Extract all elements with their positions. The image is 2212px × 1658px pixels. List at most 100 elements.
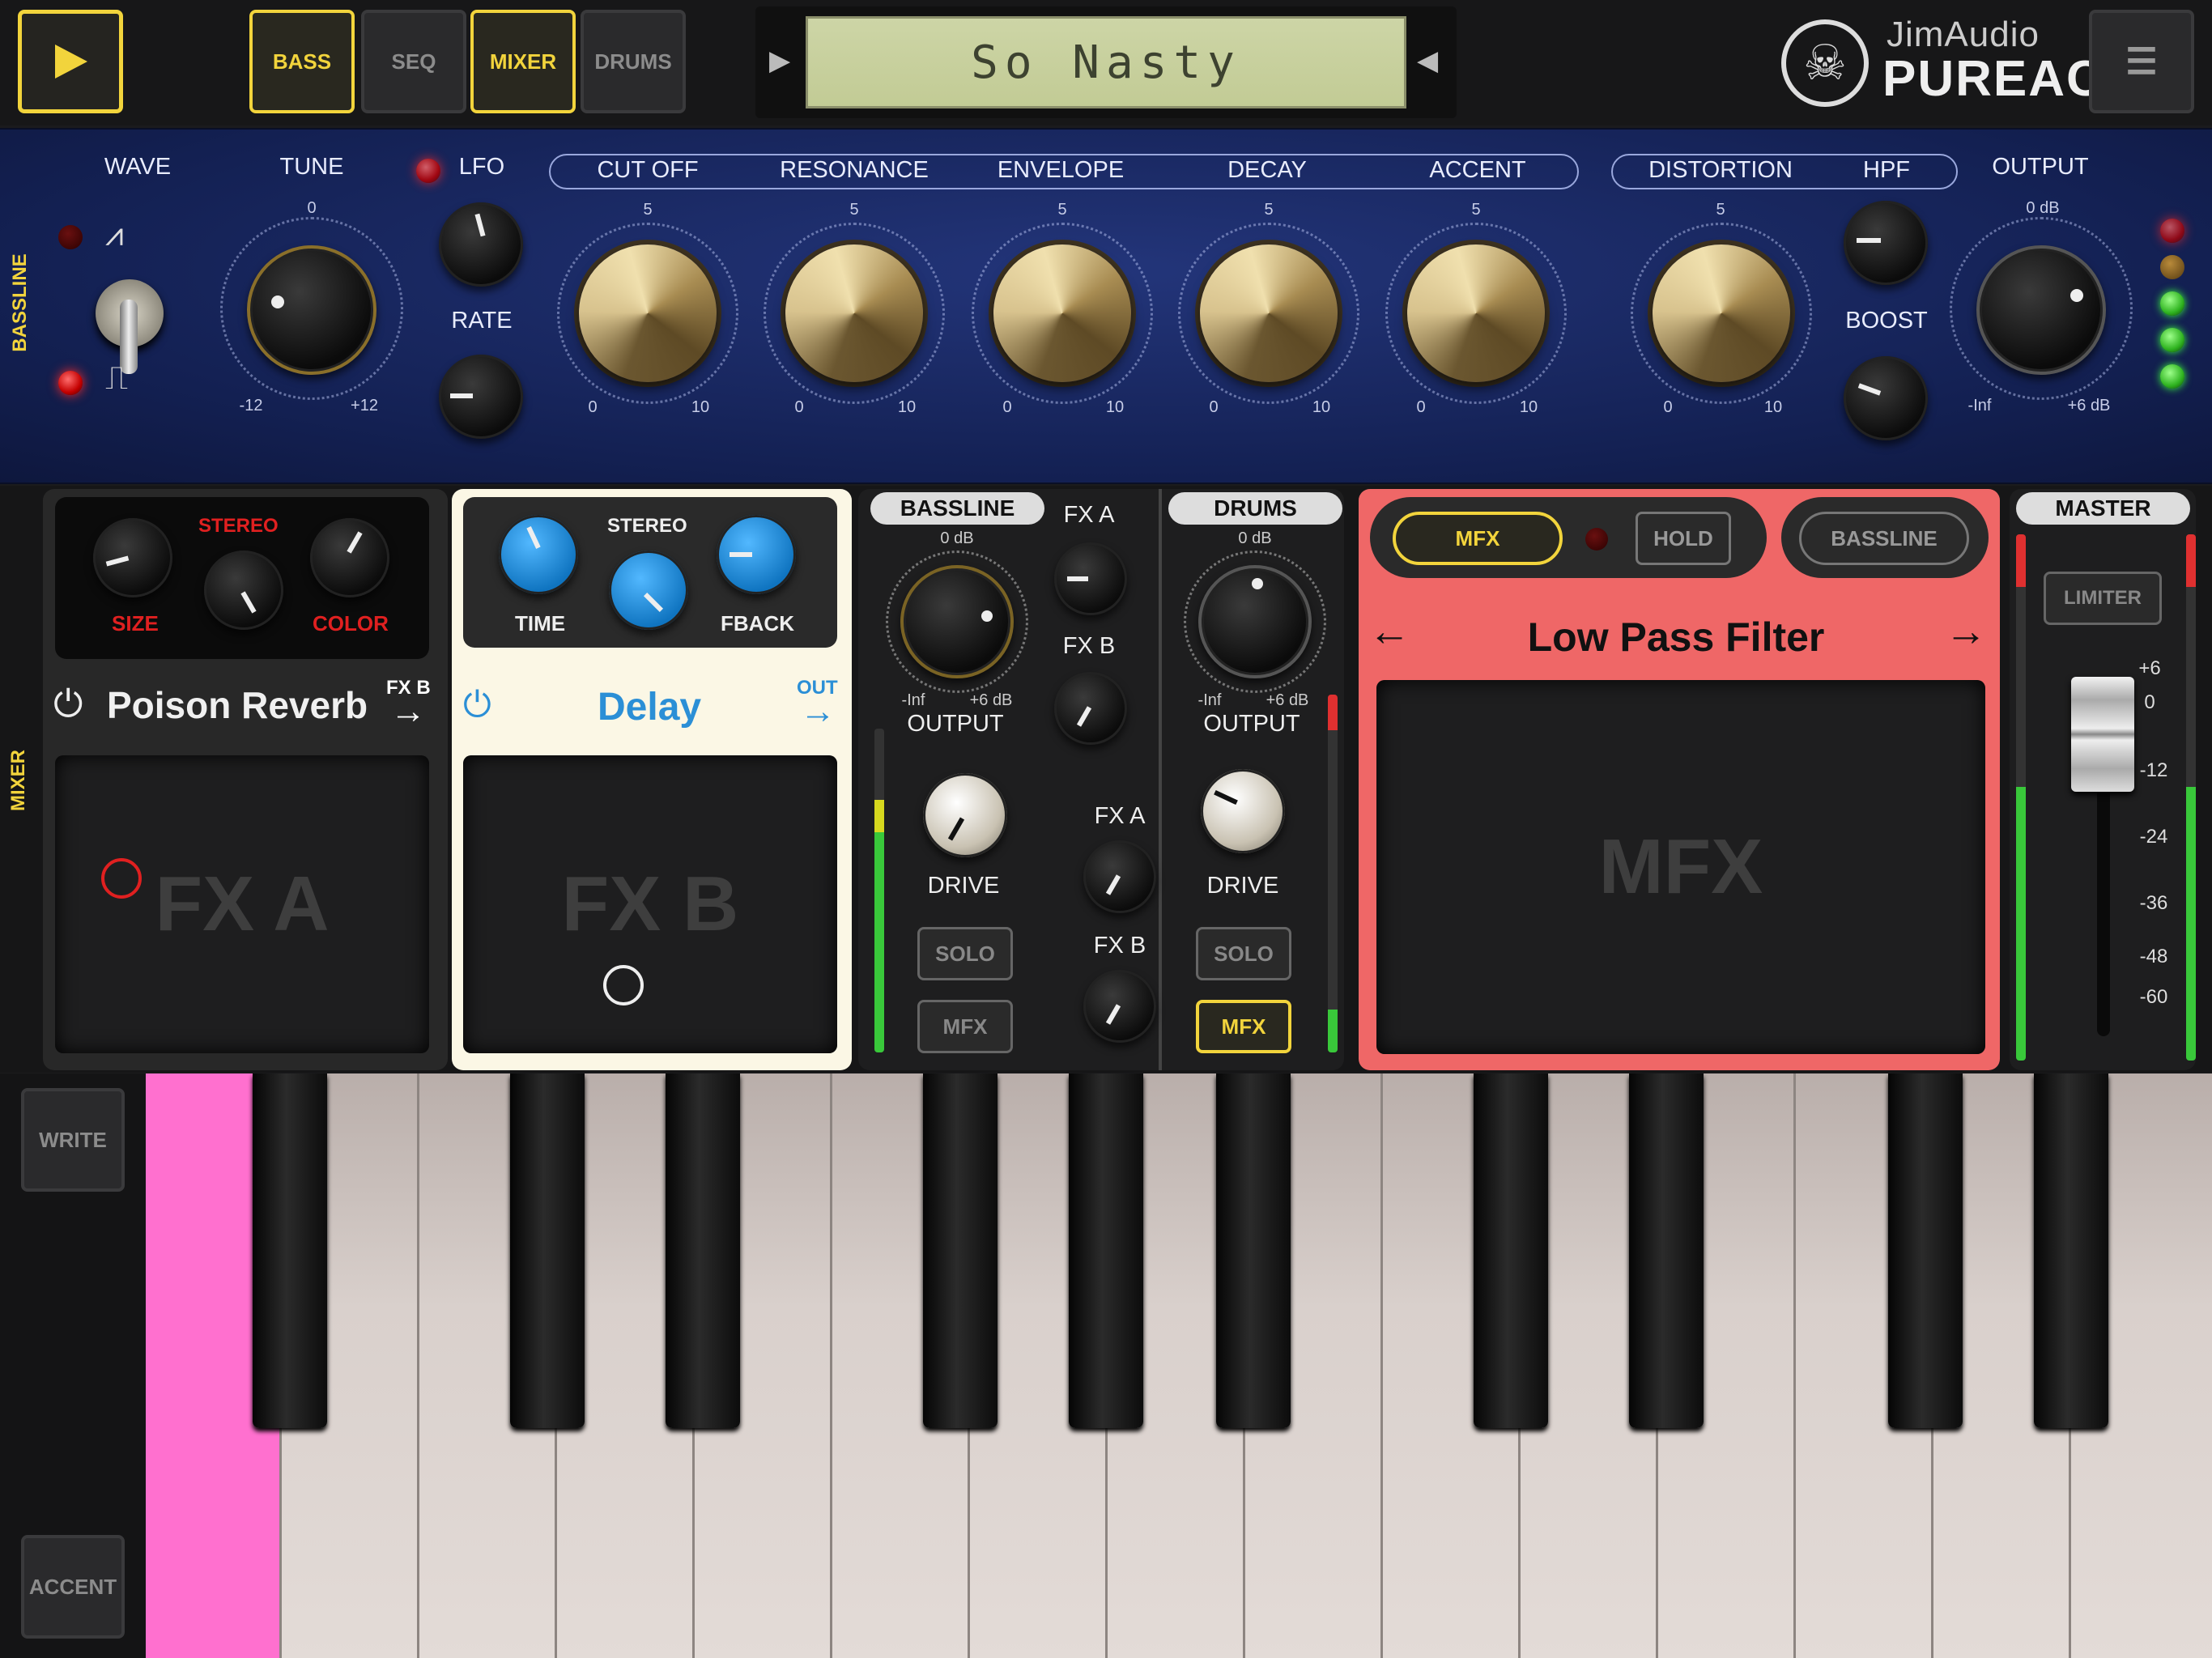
preset-name: So Nasty — [806, 16, 1406, 108]
fxa-xy-pad[interactable]: FX A — [55, 755, 429, 1053]
fxa-power-icon[interactable]: ⏻ — [53, 682, 83, 727]
drums-solo-button[interactable]: SOLO — [1196, 927, 1291, 980]
write-button[interactable]: WRITE — [21, 1088, 125, 1192]
mixer-side-label: MIXER — [7, 750, 29, 812]
play-button[interactable] — [18, 10, 123, 113]
drums-drive-label: DRIVE — [1206, 873, 1279, 899]
master-fader-handle[interactable] — [2071, 677, 2134, 792]
fxa-stereo-knob[interactable] — [204, 551, 283, 630]
fback-label: FBACK — [721, 611, 794, 636]
limiter-button[interactable]: LIMITER — [2044, 572, 2162, 625]
scale-m36: -36 — [2139, 892, 2168, 914]
cutoff-knob[interactable] — [579, 244, 717, 382]
mfx-bassline-button[interactable]: BASSLINE — [1799, 512, 1969, 565]
size-knob[interactable] — [93, 518, 172, 597]
fxa-stereo-label: STEREO — [198, 515, 279, 537]
distortion-min: 0 — [1663, 398, 1673, 416]
tab-mixer[interactable]: MIXER — [470, 10, 576, 113]
bass-output-label: OUTPUT — [907, 711, 1004, 737]
output-label: OUTPUT — [1992, 154, 2089, 180]
fxa-pad-cursor — [101, 858, 142, 899]
skull-logo-icon: ☠ — [1781, 19, 1869, 107]
fxb-pad-cursor — [603, 965, 644, 1005]
color-knob[interactable] — [310, 518, 389, 597]
piano-key-black[interactable] — [923, 1073, 998, 1428]
boost-label: BOOST — [1845, 308, 1928, 334]
piano-key-black[interactable] — [1216, 1073, 1291, 1428]
distortion-knob[interactable] — [1653, 244, 1790, 382]
resonance-min: 0 — [794, 398, 804, 416]
drums-drive-knob[interactable] — [1201, 769, 1285, 853]
fxb-xy-pad[interactable]: FX B — [463, 755, 837, 1053]
piano-key-black[interactable] — [2034, 1073, 2108, 1428]
fxb-stereo-knob[interactable] — [609, 551, 688, 630]
preset-next-icon[interactable]: ◀ — [1417, 45, 1438, 77]
fxa-effect-name[interactable]: Poison Reverb — [107, 683, 368, 727]
menu-button[interactable]: ☰ — [2089, 10, 2194, 113]
mfx-next-arrow-icon[interactable]: → — [1945, 607, 1987, 656]
square-led — [58, 371, 83, 395]
square-wave-icon: ⎍ — [105, 360, 128, 396]
bass-out-db: 0 dB — [940, 529, 974, 547]
bass-mfx-button[interactable]: MFX — [917, 1000, 1013, 1053]
resonance-mid: 5 — [849, 201, 859, 219]
mfx-toggle-button[interactable]: MFX — [1393, 512, 1563, 565]
level-led-2 — [2160, 328, 2184, 352]
resonance-knob[interactable] — [785, 244, 923, 382]
accent-knob[interactable] — [1407, 244, 1545, 382]
drums-output-knob[interactable] — [1198, 565, 1312, 678]
bass-fxb-knob[interactable] — [1054, 672, 1127, 745]
fxb-effect-name[interactable]: Delay — [598, 685, 701, 729]
piano-key-black[interactable] — [253, 1073, 327, 1428]
drums-fxb-knob[interactable] — [1083, 970, 1156, 1043]
preset-prev-icon[interactable]: ▶ — [769, 45, 790, 77]
boost-knob[interactable] — [1844, 356, 1928, 440]
piano-key-black[interactable] — [1888, 1073, 1963, 1428]
bass-drive-knob[interactable] — [923, 773, 1007, 857]
mfx-xy-pad[interactable]: MFX — [1376, 680, 1985, 1054]
tab-bass[interactable]: BASS — [249, 10, 355, 113]
piano-key-black[interactable] — [666, 1073, 740, 1428]
piano-key-black[interactable] — [510, 1073, 585, 1428]
bassline-panel: BASSLINE WAVE ⩘ ⎍ TUNE 0 -12 +12 LFO RAT… — [0, 128, 2212, 484]
drums-fxa-label: FX A — [1094, 803, 1146, 829]
drums-mfx-button[interactable]: MFX — [1196, 1000, 1291, 1053]
tab-seq[interactable]: SEQ — [361, 10, 466, 113]
tab-drums[interactable]: DRUMS — [581, 10, 686, 113]
envelope-knob[interactable] — [993, 244, 1131, 382]
drums-out-max: +6 dB — [1266, 691, 1309, 709]
bass-drive-label: DRIVE — [927, 873, 1000, 899]
lfo-knob[interactable] — [439, 202, 523, 287]
time-knob[interactable] — [499, 515, 578, 594]
hpf-knob[interactable] — [1844, 201, 1928, 285]
accent-button[interactable]: ACCENT — [21, 1535, 125, 1639]
bassline-side-label: BASSLINE — [9, 253, 31, 352]
tune-max: +12 — [351, 397, 378, 414]
lfo-label: LFO — [458, 154, 505, 180]
keyboard-area: WRITE ACCENT — [0, 1073, 2212, 1658]
drums-strip-title: DRUMS — [1168, 492, 1342, 525]
color-label: COLOR — [313, 611, 389, 636]
tune-knob[interactable] — [247, 245, 376, 375]
cutoff-mid: 5 — [643, 201, 653, 219]
fxa-route-arrow-icon[interactable]: → — [390, 691, 426, 732]
bass-output-knob[interactable] — [900, 565, 1014, 678]
bassline-strip-title: BASSLINE — [870, 492, 1044, 525]
envelope-min: 0 — [1002, 398, 1012, 416]
piano-key-black[interactable] — [1474, 1073, 1548, 1428]
piano-key-black[interactable] — [1629, 1073, 1704, 1428]
lfo-led[interactable] — [416, 159, 440, 183]
fxb-power-icon[interactable]: ⏻ — [463, 685, 491, 725]
piano-key-black[interactable] — [1069, 1073, 1143, 1428]
hold-button[interactable]: HOLD — [1636, 512, 1731, 565]
bass-fxa-knob[interactable] — [1054, 542, 1127, 615]
drums-fxa-knob[interactable] — [1083, 840, 1156, 913]
distortion-max: 10 — [1763, 398, 1783, 416]
decay-knob[interactable] — [1200, 244, 1338, 382]
rate-knob[interactable] — [439, 355, 523, 439]
mfx-prev-arrow-icon[interactable]: ← — [1368, 607, 1410, 656]
output-knob[interactable] — [1976, 245, 2106, 375]
bass-solo-button[interactable]: SOLO — [917, 927, 1013, 980]
fxb-route-arrow-icon[interactable]: → — [800, 691, 836, 732]
fback-knob[interactable] — [717, 515, 796, 594]
